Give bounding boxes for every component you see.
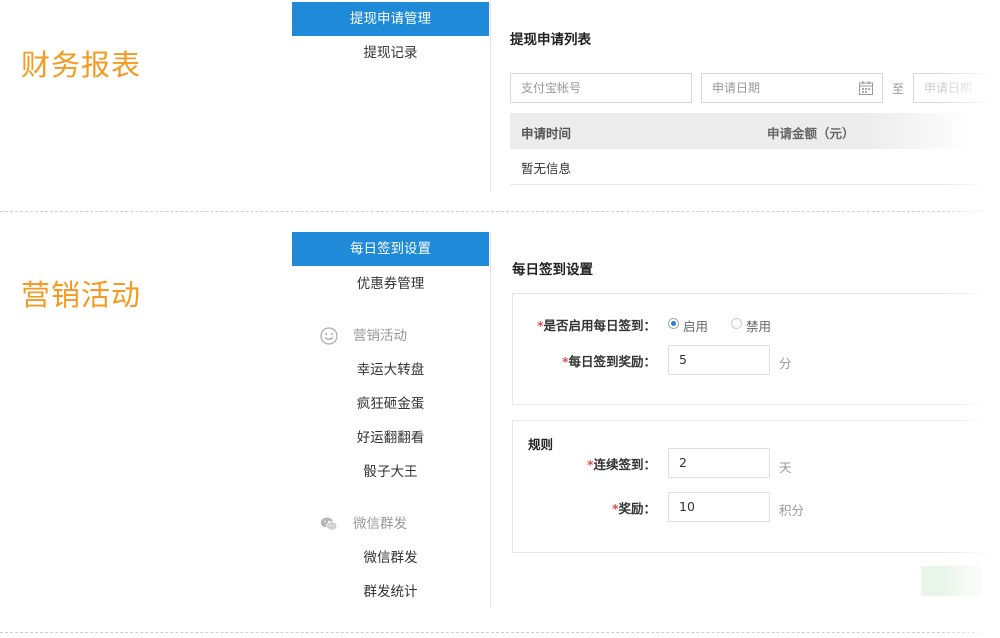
radio-enable[interactable] (668, 318, 679, 329)
bonus-label: *奖励： (512, 498, 656, 517)
daily-reward-label-text: 每日签到奖励： (568, 354, 656, 369)
bonus-points-unit: 积分 (779, 503, 805, 518)
radio-disable[interactable] (731, 318, 742, 329)
consecutive-signin-label: *连续签到： (512, 454, 656, 473)
sidenav-divider (490, 2, 491, 192)
calendar-icon[interactable] (858, 80, 874, 96)
nav-item-daily-signin[interactable]: 每日签到设置 (292, 232, 489, 266)
rules-box (512, 420, 989, 553)
enable-signin-label: *是否启用每日签到： (512, 315, 656, 334)
col-header-apply-amount: 申请金额（元） (767, 126, 855, 141)
consecutive-days-input[interactable]: 2 (668, 448, 770, 478)
nav-item-lucky-wheel[interactable]: 幸运大转盘 (292, 353, 489, 387)
nav-item-withdraw-record[interactable]: 提现记录 (292, 36, 489, 70)
nav-group-marketing: 营销活动 (292, 319, 489, 353)
daily-reward-label: *每日签到奖励： (512, 351, 656, 370)
panel-title-withdraw-list: 提现申请列表 (510, 32, 591, 48)
wechat-icon (320, 517, 338, 531)
finance-sidenav: 提现申请管理 提现记录 (292, 2, 491, 192)
nav-item-golden-egg[interactable]: 疯狂砸金蛋 (292, 387, 489, 421)
alipay-account-input[interactable]: 支付宝帐号 (510, 73, 692, 103)
apply-date-end-input[interactable]: 申请日期 (913, 73, 993, 103)
nav-group-wechat: 微信群发 (292, 507, 489, 541)
section-divider (0, 211, 1000, 212)
empty-text: 暂无信息 (521, 161, 572, 176)
apply-date-placeholder: 申请日期 (712, 81, 761, 95)
date-range-separator: 至 (892, 82, 905, 96)
daily-reward-input[interactable]: 5 (668, 345, 770, 375)
radio-enable-label[interactable]: 启用 (683, 316, 708, 335)
withdraw-table-header: 申请时间 申请金额（元） (510, 113, 980, 149)
save-button[interactable] (921, 566, 981, 596)
panel-title-daily-signin: 每日签到设置 (512, 262, 593, 278)
consecutive-days-unit: 天 (779, 460, 792, 475)
apply-date-start-input[interactable]: 申请日期 (701, 73, 883, 103)
smiley-icon (320, 327, 338, 345)
section-title-finance: 财务报表 (21, 48, 142, 82)
bonus-label-text: 奖励： (618, 501, 656, 516)
nav-item-wechat-broadcast[interactable]: 微信群发 (292, 541, 489, 575)
nav-item-dice-king[interactable]: 骰子大王 (292, 455, 489, 489)
nav-item-lucky-flip[interactable]: 好运翻翻看 (292, 421, 489, 455)
section-title-marketing: 营销活动 (21, 278, 142, 312)
radio-disable-label[interactable]: 禁用 (746, 316, 771, 335)
marketing-sidenav: 每日签到设置 优惠券管理 营销活动 幸运大转盘 疯狂砸金蛋 好运翻翻看 骰子大王… (292, 232, 491, 608)
nav-item-coupon-manage[interactable]: 优惠券管理 (292, 267, 489, 301)
nav-item-withdraw-apply[interactable]: 提现申请管理 (292, 2, 489, 36)
nav-item-broadcast-stats[interactable]: 群发统计 (292, 575, 489, 609)
enable-signin-label-text: 是否启用每日签到： (543, 318, 656, 333)
bonus-points-input[interactable]: 10 (668, 492, 770, 522)
col-header-apply-time: 申请时间 (521, 126, 572, 141)
daily-reward-unit: 分 (779, 356, 792, 371)
consecutive-signin-label-text: 连续签到： (593, 457, 656, 472)
nav-group-label: 营销活动 (353, 328, 407, 344)
nav-group-label: 微信群发 (353, 516, 407, 532)
rules-title: 规则 (528, 437, 554, 452)
sidenav-divider (490, 232, 491, 608)
section-divider (0, 632, 1000, 633)
table-row-empty: 暂无信息 (510, 149, 980, 185)
